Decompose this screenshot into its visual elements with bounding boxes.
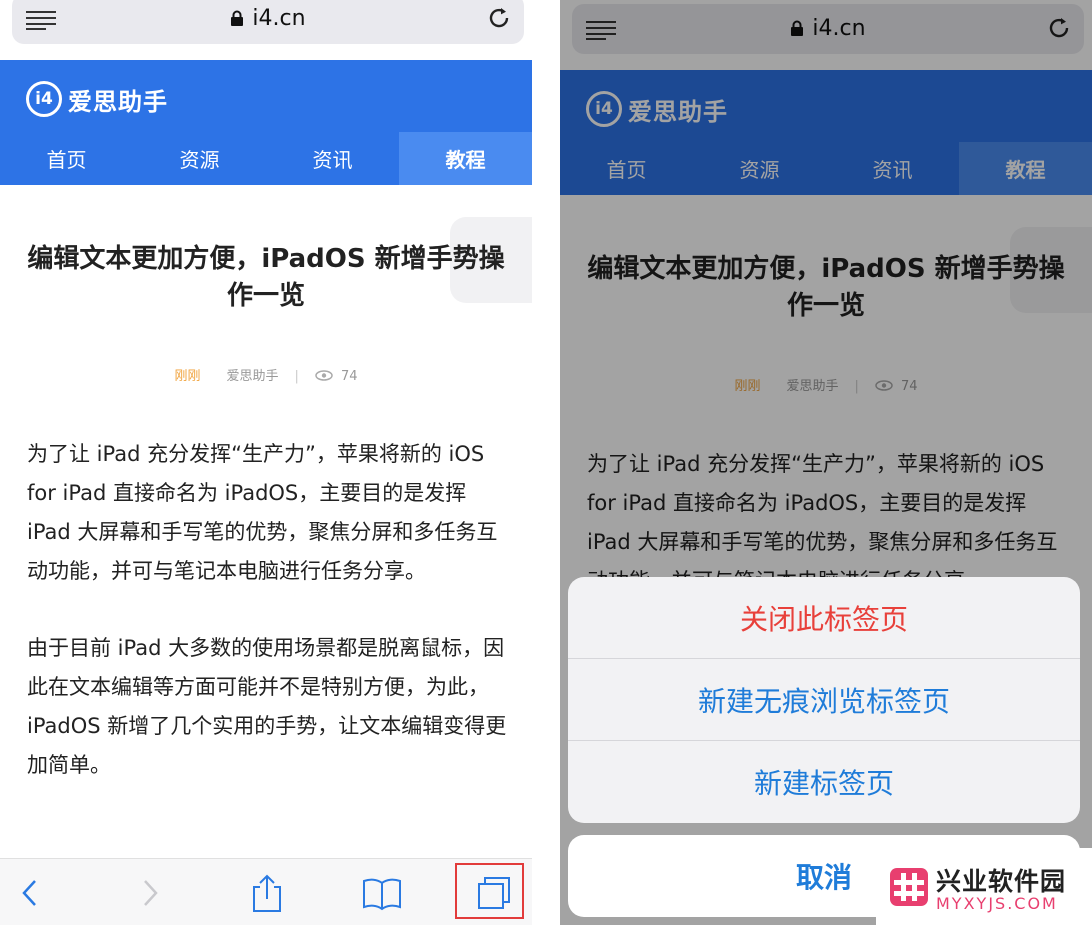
browser-toolbar <box>0 858 532 925</box>
site-header: i4 爱思助手 首页 资源 资讯 教程 <box>0 60 532 185</box>
site-nav: 首页 资源 资讯 教程 <box>0 132 532 185</box>
site-logo[interactable]: i4 爱思助手 <box>26 80 168 118</box>
new-tab-button[interactable]: 新建标签页 <box>568 741 1080 822</box>
article-meta: 刚刚 爱思助手 | 74 <box>0 365 532 384</box>
left-screen: i4.cn i4 爱思助手 首页 资源 资讯 教程 编辑文本更加方便，iPadO… <box>0 0 532 925</box>
publish-time: 刚刚 <box>174 369 201 384</box>
back-button[interactable] <box>10 873 50 913</box>
panel-divider <box>532 0 560 925</box>
share-button[interactable] <box>247 873 287 913</box>
forward-button[interactable] <box>130 873 170 913</box>
back-icon <box>22 880 36 906</box>
nav-tab-tutorials[interactable]: 教程 <box>399 132 532 185</box>
article-title: 编辑文本更加方便，iPadOS 新增手势操作一览 <box>27 244 505 311</box>
domain-text: i4.cn <box>252 6 306 31</box>
bookmarks-button[interactable] <box>362 873 402 913</box>
article-body: 为了让 iPad 充分发挥“生产力”，苹果将新的 iOS for iPad 直接… <box>27 435 512 823</box>
view-count: 74 <box>340 369 358 384</box>
close-tab-button[interactable]: 关闭此标签页 <box>568 577 1080 659</box>
article: 编辑文本更加方便，iPadOS 新增手势操作一览 刚刚 爱思助手 | 74 为了让 i… <box>0 185 532 925</box>
reload-icon[interactable] <box>486 5 512 31</box>
eye-icon <box>315 370 333 381</box>
logo-mark: i4 <box>26 81 62 117</box>
bookmarks-icon <box>363 878 401 911</box>
logo-text: 爱思助手 <box>68 87 168 116</box>
tab-action-sheet: 关闭此标签页 新建无痕浏览标签页 新建标签页 <box>568 577 1080 823</box>
lock-icon <box>231 10 244 26</box>
watermark: 兴业软件园 MYXYJS.COM <box>876 848 1092 925</box>
meta-separator: | <box>294 369 299 384</box>
address-bar[interactable]: i4.cn <box>12 0 524 44</box>
author: 爱思助手 <box>226 369 279 384</box>
paragraph: 由于目前 iPad 大多数的使用场景都是脱离鼠标，因此在文本编辑等方面可能并不是… <box>27 636 507 777</box>
paragraph: 为了让 iPad 充分发挥“生产力”，苹果将新的 iOS for iPad 直接… <box>27 442 498 583</box>
nav-tab-home[interactable]: 首页 <box>0 132 133 185</box>
new-private-tab-button[interactable]: 新建无痕浏览标签页 <box>568 659 1080 741</box>
nav-tab-resources[interactable]: 资源 <box>133 132 266 185</box>
forward-icon <box>144 880 158 906</box>
nav-tab-news[interactable]: 资讯 <box>266 132 399 185</box>
watermark-title: 兴业软件园 <box>936 867 1067 896</box>
tabs-button-highlight <box>455 863 524 919</box>
watermark-logo-icon <box>890 868 928 906</box>
right-screen: i4.cn i4 爱思助手 首页 资源 资讯 教程 编辑文本更加方便，iPadO… <box>560 0 1092 925</box>
watermark-url: MYXYJS.COM <box>936 894 1058 913</box>
share-icon <box>253 874 281 912</box>
